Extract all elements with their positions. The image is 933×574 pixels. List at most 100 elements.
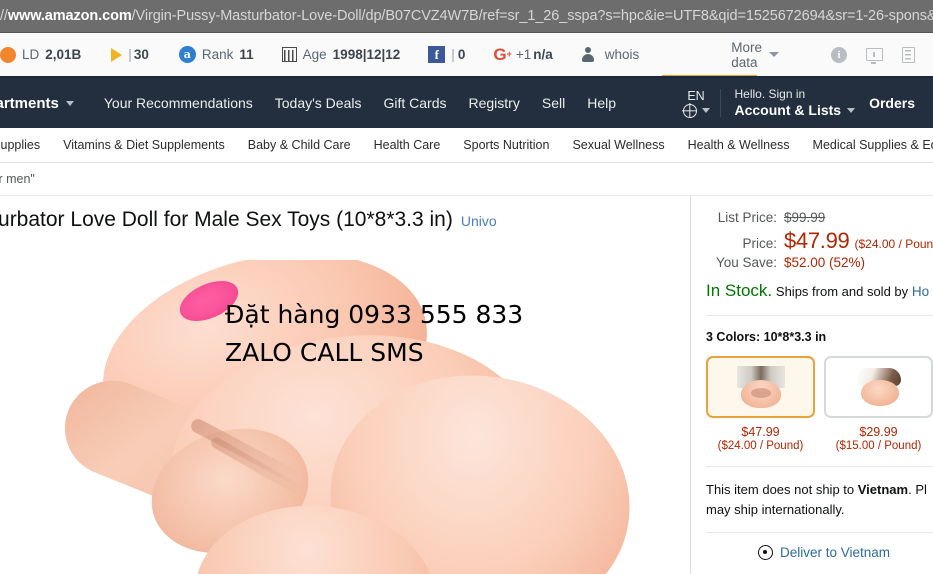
product-brand-link[interactable]: Univo bbox=[461, 213, 497, 229]
person-icon bbox=[581, 47, 595, 62]
watermark-line-2: ZALO CALL SMS bbox=[225, 337, 424, 367]
swatch-thumb-shape bbox=[860, 380, 899, 406]
nav-language-label: EN bbox=[687, 88, 705, 103]
mozbar-domain-authority[interactable]: LD 2,01B bbox=[0, 46, 82, 63]
gplus-label: +1 bbox=[515, 47, 532, 62]
moz-triangle-icon bbox=[111, 47, 123, 62]
nav-link-your-recommendations[interactable]: Your Recommendations bbox=[104, 95, 253, 111]
nav-account-label: Account & Lists bbox=[734, 101, 842, 118]
nav-link-registry[interactable]: Registry bbox=[469, 95, 520, 111]
fb-value: 0 bbox=[457, 47, 466, 62]
subnav-item-baby-child-care[interactable]: Baby & Child Care bbox=[248, 138, 351, 152]
nav-language-selector[interactable]: EN bbox=[673, 89, 720, 118]
rank-label: Rank bbox=[201, 47, 234, 62]
chevron-down-icon bbox=[769, 52, 780, 57]
color-swatch-list: $47.99 ($24.00 / Pound) $29.99 ($15.00 /… bbox=[706, 356, 933, 452]
list-price-label: List Price: bbox=[717, 210, 777, 225]
mozbar-rank[interactable]: a Rank 11 bbox=[178, 46, 254, 63]
subnav-item-household-supplies[interactable]: old Supplies bbox=[0, 138, 40, 152]
amazon-main-nav[interactable]: epartments Your Recommendations Today's … bbox=[0, 78, 933, 128]
amazon-subnav[interactable]: old Supplies Vitamins & Diet Supplements… bbox=[0, 128, 933, 163]
nav-link-gift-cards[interactable]: Gift Cards bbox=[383, 95, 446, 111]
image-edge-mask bbox=[0, 256, 690, 260]
shipping-note-prefix: This item does not ship to bbox=[706, 482, 858, 497]
nav-link-help[interactable]: Help bbox=[587, 95, 616, 111]
da-value: 2,01B bbox=[45, 47, 82, 62]
address-bar-url: //www.amazon.com/Virgin-Pussy-Masturbato… bbox=[0, 8, 933, 24]
mozbar-domain-age[interactable]: Age 1998|12|12 bbox=[281, 47, 400, 62]
mozbar-google-plus[interactable]: G + +1 n/a bbox=[493, 46, 552, 63]
you-save-value: $52.00 (52%) bbox=[784, 255, 866, 270]
color-options-heading: 3 Colors: 10*8*3.3 in bbox=[706, 330, 827, 344]
page-title: asturbator Love Doll for Male Sex Toys (… bbox=[0, 208, 453, 231]
subnav-item-vitamins-diet-supplements[interactable]: Vitamins & Diet Supplements bbox=[63, 138, 225, 152]
chevron-down-icon bbox=[847, 108, 856, 113]
da-label: LD bbox=[22, 47, 40, 62]
globe-icon bbox=[682, 103, 697, 118]
swatch-price-per-unit: ($24.00 / Pound) bbox=[717, 440, 804, 452]
nav-link-todays-deals[interactable]: Today's Deals bbox=[275, 95, 362, 111]
list-price-value: $99.99 bbox=[784, 210, 826, 225]
nav-right-group[interactable]: EN Hello. Sign in Account & Lists Orders bbox=[673, 87, 933, 120]
chevron-down-icon bbox=[65, 100, 74, 106]
price-value: $47.99 bbox=[784, 228, 850, 253]
subnav-item-health-wellness[interactable]: Health & Wellness bbox=[688, 138, 790, 152]
you-save-row: You Save: $52.00 (52%) bbox=[706, 255, 933, 270]
google-plus-icon: G + bbox=[493, 45, 512, 64]
mozbar-facebook[interactable]: f | 0 bbox=[428, 46, 465, 63]
location-pin-icon bbox=[758, 545, 773, 560]
color-swatch-option[interactable]: $29.99 ($15.00 / Pound) bbox=[824, 356, 933, 452]
swatch-thumb-shape bbox=[750, 388, 771, 398]
chevron-down-icon bbox=[701, 107, 710, 113]
mozbar-more-data-button[interactable]: More data bbox=[731, 40, 780, 70]
color-swatch-button-selected[interactable] bbox=[706, 356, 815, 418]
mozbar-right-icon-group[interactable]: i 39 bbox=[831, 46, 933, 64]
price-block: List Price: $99.99 Price: $47.99 ($24.00… bbox=[706, 196, 933, 301]
pa-sep: | bbox=[128, 47, 132, 62]
subnav-item-medical-supplies[interactable]: Medical Supplies & Equ bbox=[813, 138, 933, 152]
availability-row: In Stock. Ships from and sold by Ho bbox=[706, 281, 933, 301]
status-badge: In Stock. bbox=[706, 281, 773, 300]
shipping-note-line-2: may ship internationally. bbox=[706, 501, 845, 517]
mozbar-active-tab-underline bbox=[662, 75, 757, 76]
swatch-price: $29.99 bbox=[859, 425, 898, 439]
subnav-item-sports-nutrition[interactable]: Sports Nutrition bbox=[463, 138, 549, 152]
watermark-overlay: Đặt hàng 0933 555 833 ZALO CALL SMS bbox=[225, 296, 523, 371]
list-price-row: List Price: $99.99 bbox=[706, 210, 933, 225]
url-path: /Virgin-Pussy-Masturbator-Love-Doll/dp/B… bbox=[131, 8, 933, 24]
info-icon[interactable]: i bbox=[831, 46, 848, 63]
nav-link-sell[interactable]: Sell bbox=[542, 95, 565, 111]
fb-sep: | bbox=[451, 47, 455, 62]
gplus-value: n/a bbox=[533, 47, 553, 62]
mozbar-page-authority[interactable]: | 30 bbox=[111, 47, 149, 62]
orange-dot-icon bbox=[0, 46, 16, 63]
section-divider bbox=[706, 466, 933, 467]
nav-orders-button[interactable]: Orders bbox=[869, 95, 921, 111]
color-swatch-option[interactable]: $47.99 ($24.00 / Pound) bbox=[706, 356, 815, 452]
nav-links[interactable]: Your Recommendations Today's Deals Gift … bbox=[104, 95, 616, 111]
breadcrumb-text: tor for men" bbox=[0, 172, 35, 186]
mozbar-toolbar[interactable]: LD 2,01B | 30 a Rank 11 Age 1998|12|12 f… bbox=[0, 33, 933, 78]
swatch-thumbnail bbox=[736, 364, 785, 410]
subnav-item-health-care[interactable]: Health Care bbox=[374, 138, 441, 152]
mozbar-whois[interactable]: whois bbox=[581, 47, 640, 62]
amazon-a-icon: a bbox=[178, 46, 196, 63]
watermark-line-1: Đặt hàng 0933 555 833 bbox=[225, 300, 524, 329]
seller-link[interactable]: Ho bbox=[912, 284, 929, 299]
notes-icon[interactable] bbox=[902, 46, 916, 63]
shipping-restriction-note: This item does not ship to Vietnam. Pl m… bbox=[706, 480, 933, 519]
product-image[interactable]: Đặt hàng 0933 555 833 ZALO CALL SMS bbox=[0, 256, 690, 574]
buy-box: List Price: $99.99 Price: $47.99 ($24.00… bbox=[690, 196, 933, 574]
nav-departments-button[interactable]: epartments bbox=[0, 95, 74, 112]
analytics-icon[interactable] bbox=[866, 48, 884, 64]
shipping-country: Vietnam bbox=[857, 482, 909, 497]
nav-account-button[interactable]: Hello. Sign in Account & Lists bbox=[721, 87, 870, 120]
subnav-item-sexual-wellness[interactable]: Sexual Wellness bbox=[572, 138, 664, 152]
rank-value: 11 bbox=[239, 47, 254, 62]
nav-language-row bbox=[682, 103, 710, 118]
color-swatch-button[interactable] bbox=[824, 356, 933, 418]
breadcrumb: tor for men" bbox=[0, 163, 933, 196]
whois-label: whois bbox=[604, 47, 640, 62]
deliver-to-button[interactable]: Deliver to Vietnam bbox=[706, 545, 933, 560]
browser-address-bar[interactable]: //www.amazon.com/Virgin-Pussy-Masturbato… bbox=[0, 0, 933, 33]
